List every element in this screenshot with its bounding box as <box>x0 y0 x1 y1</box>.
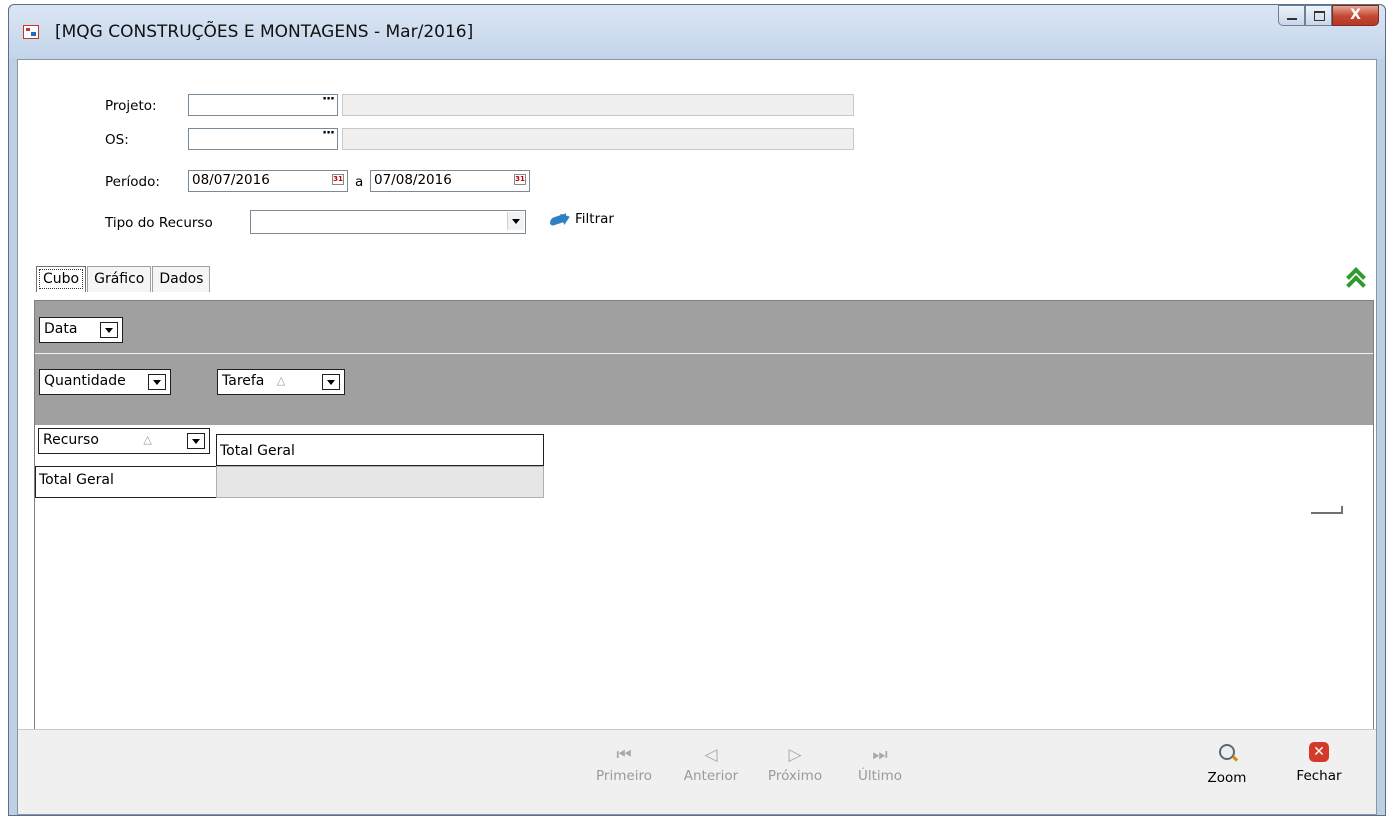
tabs: Cubo Gráfico Dados <box>36 266 211 292</box>
previous-record-icon: ◁ <box>704 745 718 765</box>
zoom-button[interactable]: Zoom <box>1202 742 1252 786</box>
next-record-button[interactable]: ▷ Próximo <box>760 744 830 784</box>
window-title: [MQG CONSTRUÇÕES E MONTAGENS - Mar/2016] <box>55 22 474 42</box>
chevron-down-icon[interactable] <box>100 322 118 338</box>
filter-form: Projeto: ··· OS: ··· Período: 08/07/2016… <box>18 60 1376 246</box>
periodo-end-date-input[interactable]: 07/08/2016 31 <box>370 170 530 192</box>
first-record-label: Primeiro <box>596 768 652 784</box>
periodo-separator: a <box>355 174 364 190</box>
projeto-description-field <box>342 94 854 116</box>
pivot-field-label: Quantidade <box>44 373 126 389</box>
minimize-button[interactable] <box>1278 5 1305 26</box>
chevron-down-icon[interactable] <box>322 374 340 390</box>
title-bar[interactable]: [MQG CONSTRUÇÕES E MONTAGENS - Mar/2016]… <box>9 5 1385 59</box>
fechar-button[interactable]: ✕ Fechar <box>1284 742 1354 784</box>
maximize-button[interactable] <box>1305 5 1332 26</box>
pivot-row-grand-total-header[interactable]: Total Geral <box>35 466 217 498</box>
os-code-input[interactable]: ··· <box>188 126 338 150</box>
sort-ascending-icon: △ <box>143 433 152 446</box>
periodo-start-date-input[interactable]: 08/07/2016 31 <box>188 170 348 192</box>
client-area: Projeto: ··· OS: ··· Período: 08/07/2016… <box>17 59 1377 815</box>
application-window: [MQG CONSTRUÇÕES E MONTAGENS - Mar/2016]… <box>8 4 1386 816</box>
pivot-filter-area: Data <box>35 301 1373 354</box>
fechar-label: Fechar <box>1296 768 1342 784</box>
chevron-down-icon[interactable] <box>507 212 524 230</box>
pivot-grid: Data Quantidade Tarefa △ Recurso △ Total… <box>34 300 1374 730</box>
chevron-down-icon[interactable] <box>148 374 166 390</box>
first-record-icon: ⏮ <box>616 745 632 765</box>
projeto-label: Projeto: <box>105 98 157 114</box>
filtrar-label: Filtrar <box>575 211 614 227</box>
pivot-column-area: Quantidade Tarefa △ <box>35 354 1373 425</box>
last-record-button[interactable]: ⏭ Último <box>850 744 910 784</box>
pivot-column-field-tarefa[interactable]: Tarefa △ <box>217 369 345 395</box>
tab-dados[interactable]: Dados <box>152 266 211 292</box>
next-record-label: Próximo <box>767 768 823 784</box>
chevron-down-icon[interactable] <box>187 433 205 449</box>
filtrar-button[interactable]: Filtrar <box>548 208 614 230</box>
tipo-recurso-select[interactable] <box>250 210 526 234</box>
periodo-label: Período: <box>105 174 160 190</box>
os-label: OS: <box>105 132 129 148</box>
bottom-toolbar: ⏮ Primeiro ◁ Anterior ▷ Próximo ⏭ Último… <box>18 729 1376 814</box>
pivot-row-field-recurso[interactable]: Recurso △ <box>38 428 210 454</box>
pivot-field-label: Recurso <box>43 432 99 448</box>
app-icon[interactable] <box>23 25 39 39</box>
os-lookup-button[interactable]: ··· <box>322 126 335 141</box>
calendar-icon[interactable]: 31 <box>332 174 344 185</box>
previous-record-label: Anterior <box>683 768 739 784</box>
pivot-filter-field-data[interactable]: Data <box>39 317 123 343</box>
last-record-icon: ⏭ <box>872 745 888 765</box>
window-controls: X <box>1278 5 1379 28</box>
os-description-field <box>342 128 854 150</box>
pivot-field-label: Data <box>44 321 78 337</box>
pivot-column-grand-total-header[interactable]: Total Geral <box>216 434 544 466</box>
sort-ascending-icon: △ <box>276 374 286 387</box>
filter-arrow-icon <box>548 211 572 227</box>
pivot-data-field-quantidade[interactable]: Quantidade <box>39 369 171 395</box>
zoom-label: Zoom <box>1207 770 1247 786</box>
calendar-icon[interactable]: 31 <box>514 174 526 185</box>
collapse-up-icon[interactable] <box>1346 266 1366 288</box>
periodo-end-value: 07/08/2016 <box>374 172 452 188</box>
last-record-label: Último <box>857 768 903 784</box>
close-icon: X <box>1350 7 1361 23</box>
zoom-icon <box>1219 744 1235 760</box>
tab-grafico[interactable]: Gráfico <box>87 266 152 292</box>
pivot-grand-total-value <box>216 466 544 498</box>
periodo-start-value: 08/07/2016 <box>192 172 270 188</box>
pivot-field-label: Tarefa <box>222 373 265 389</box>
tab-bar: Cubo Gráfico Dados <box>18 246 1376 300</box>
tab-cubo[interactable]: Cubo <box>36 266 87 292</box>
pivot-resize-handle[interactable] <box>1311 506 1343 514</box>
projeto-lookup-button[interactable]: ··· <box>322 92 335 107</box>
close-window-button[interactable]: X <box>1332 5 1379 26</box>
next-record-icon: ▷ <box>788 745 802 765</box>
close-icon: ✕ <box>1309 742 1329 762</box>
projeto-code-input[interactable]: ··· <box>188 92 338 116</box>
tipo-recurso-label: Tipo do Recurso <box>105 215 213 231</box>
first-record-button[interactable]: ⏮ Primeiro <box>592 744 656 784</box>
previous-record-button[interactable]: ◁ Anterior <box>676 744 746 784</box>
